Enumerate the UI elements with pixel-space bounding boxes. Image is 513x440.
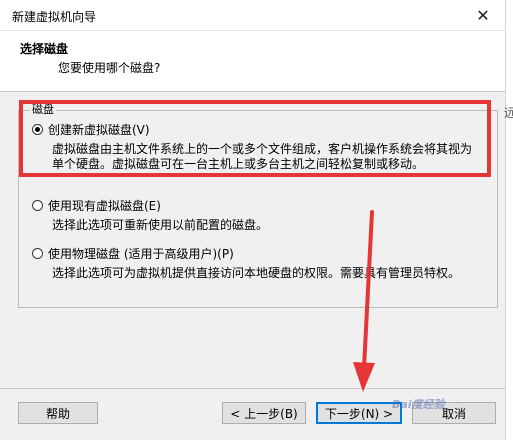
- page-subtitle: 您要使用哪个磁盘?: [58, 61, 161, 75]
- title-bar: 新建虚拟机向导 ✕: [0, 0, 505, 31]
- option-use-physical-disk-label: 使用物理磁盘 (适用于高级用户)(P): [48, 247, 234, 261]
- background-window-edge: [505, 0, 513, 440]
- page-title: 选择磁盘: [20, 42, 69, 56]
- window-title: 新建虚拟机向导: [12, 10, 97, 24]
- watermark-text: Bai度经验: [392, 398, 445, 411]
- next-button[interactable]: 下一步(N) >: [316, 402, 402, 424]
- option-use-physical-disk[interactable]: 使用物理磁盘 (适用于高级用户)(P): [32, 245, 234, 262]
- radio-use-existing-disk[interactable]: [32, 200, 43, 211]
- back-button[interactable]: < 上一步(B): [222, 402, 306, 424]
- footer-divider: [0, 388, 505, 389]
- background-window-glyph: 远: [504, 106, 513, 120]
- highlight-annotation-box: [19, 100, 491, 177]
- option-use-existing-disk[interactable]: 使用现有虚拟磁盘(E): [32, 197, 161, 214]
- help-button[interactable]: 帮助: [18, 402, 98, 424]
- new-vm-wizard-window: 新建虚拟机向导 ✕ 选择磁盘 您要使用哪个磁盘? 磁盘 创建新虚拟磁盘(V) 虚…: [0, 0, 513, 440]
- wizard-header: 选择磁盘 您要使用哪个磁盘?: [0, 31, 505, 92]
- option-use-physical-disk-desc: 选择此选项可为虚拟机提供直接访问本地硬盘的权限。需要具有管理员特权。: [52, 266, 461, 280]
- close-icon[interactable]: ✕: [461, 0, 505, 30]
- option-use-existing-disk-label: 使用现有虚拟磁盘(E): [48, 199, 161, 213]
- radio-use-physical-disk[interactable]: [32, 248, 43, 259]
- option-use-existing-disk-desc: 选择此选项可重新使用以前配置的磁盘。: [52, 218, 269, 232]
